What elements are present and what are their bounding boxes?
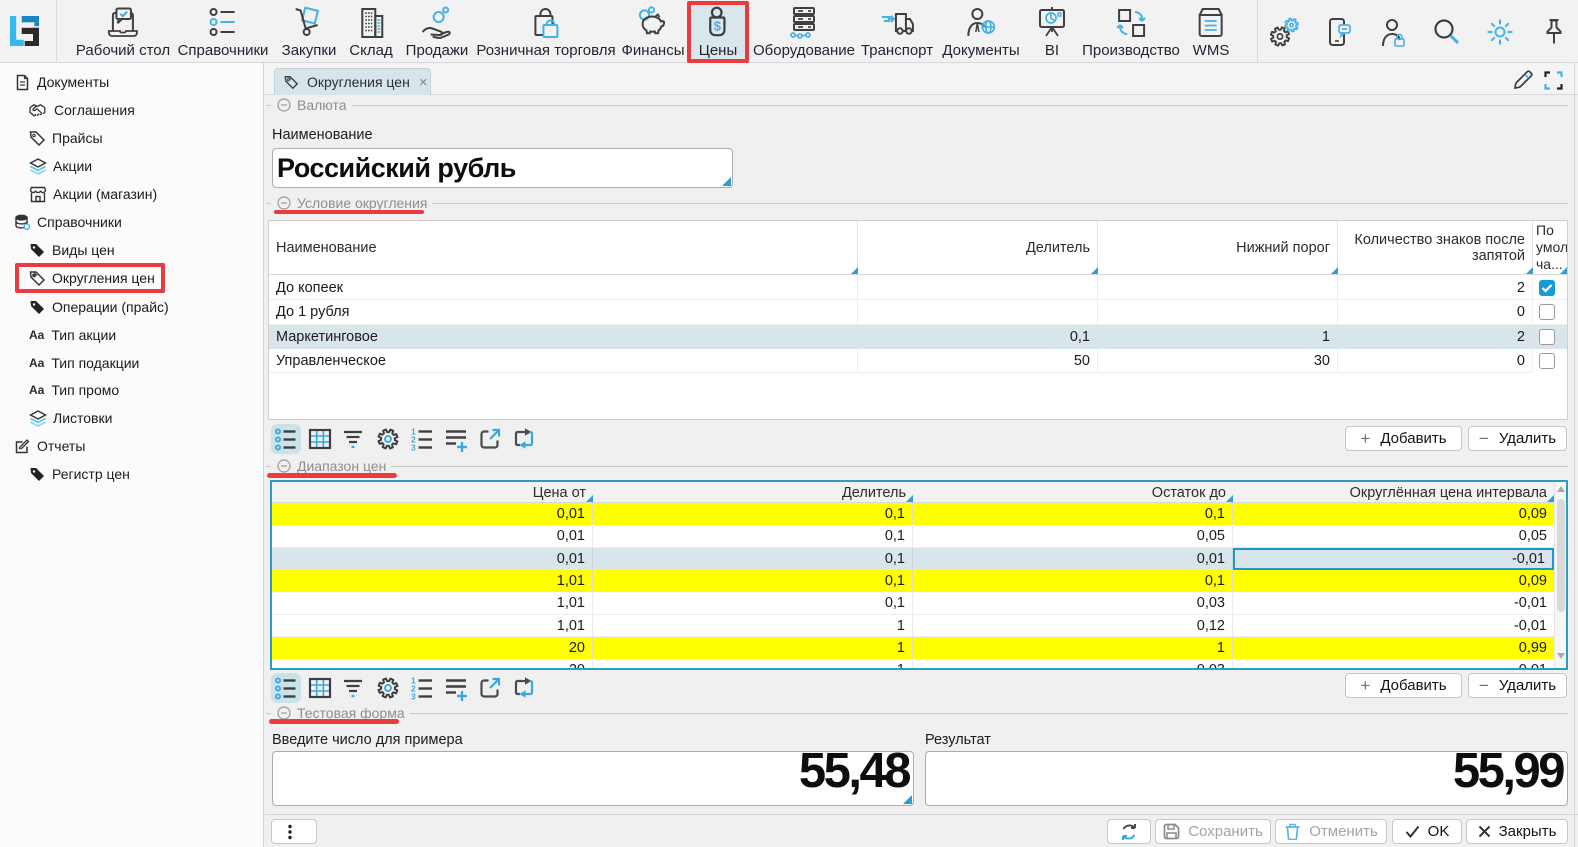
svg-text:3: 3 [411, 692, 416, 702]
svg-text:3: 3 [411, 443, 416, 453]
